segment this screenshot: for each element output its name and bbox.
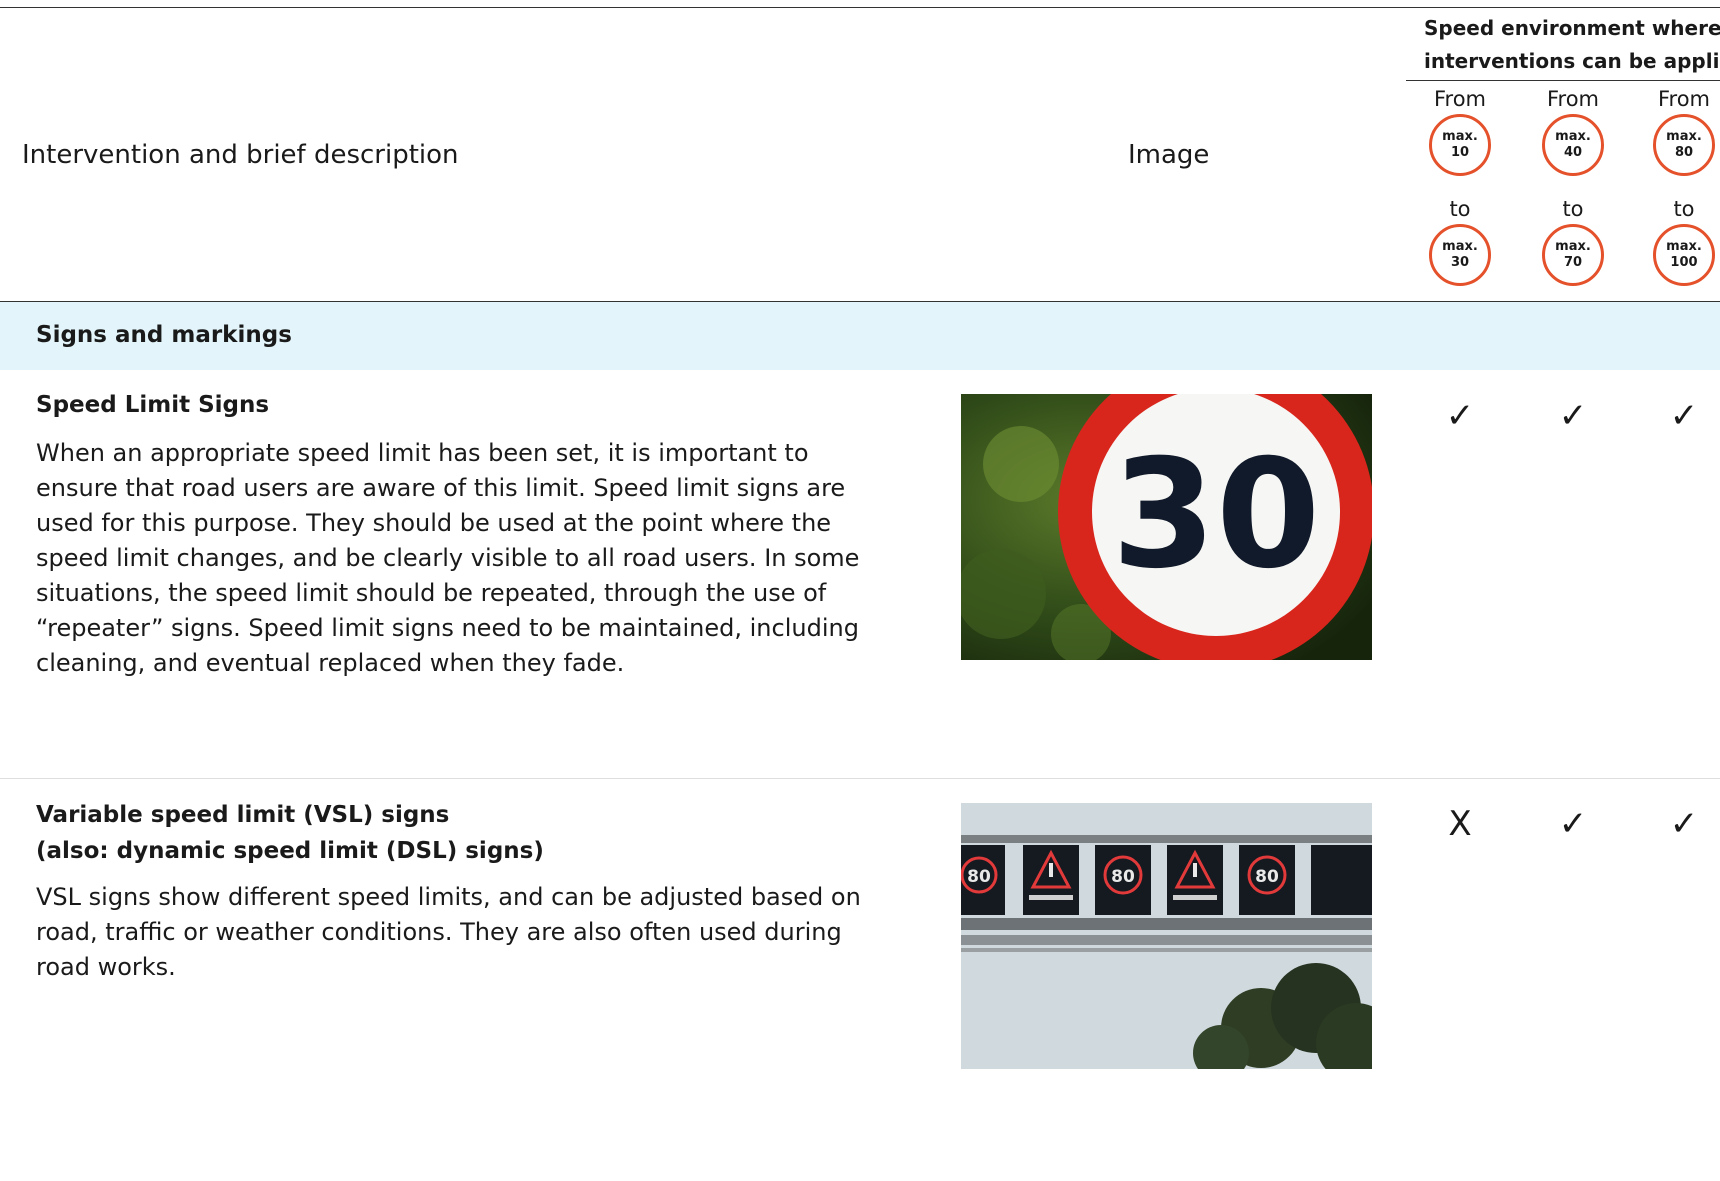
gantry-top-beam [961,835,1372,843]
vsl-gantry-illustration: 80 80 80 [961,803,1372,1069]
speed-group-line1: Speed environment where [1424,16,1720,40]
badge-value: 80 [1674,145,1694,160]
speed-badge-to: max. 100 [1653,224,1715,286]
speed-column-3: From max. 80 to max. 100 [1634,86,1720,286]
row-description: VSL signs show different speed limits, a… [36,883,861,981]
panel-caption-bar [1029,895,1073,900]
sign-number: 30 [1112,428,1321,602]
to-label: to [1562,197,1584,221]
speed-group-rule [1406,80,1720,81]
speed-badge-from: max. 80 [1653,114,1715,176]
table-top-rule [0,7,1720,8]
row-title: Speed Limit Signs [36,392,270,418]
section-title: Signs and markings [36,322,292,348]
badge-max: max. [1442,239,1478,254]
to-label: to [1673,197,1695,221]
to-label: to [1449,197,1471,221]
speed-badge-from: max. 10 [1429,114,1491,176]
row-separator [0,778,1720,779]
speed-limit-sign-illustration: 30 [961,394,1372,660]
row-description: When an appropriate speed limit has been… [36,439,860,677]
vsl-panel [1311,845,1372,915]
column-header-image: Image [1128,140,1210,170]
badge-max: max. [1442,129,1478,144]
speed-column-2: From max. 40 to max. 70 [1523,86,1623,286]
warning-mark [1049,863,1053,877]
vsl-speed-value: 80 [1255,867,1279,887]
badge-value: 40 [1563,145,1583,160]
speed-column-1: From max. 10 to max. 30 [1410,86,1510,286]
applicability-mark: X [1448,804,1472,844]
badge-value: 30 [1450,255,1470,270]
applicability-mark: ✓ [1669,804,1699,844]
panel-caption-bar [1173,895,1217,900]
column-header-intervention: Intervention and brief description [22,140,459,170]
warning-mark [1193,863,1197,877]
from-label: From [1433,87,1487,111]
badge-value: 100 [1670,255,1698,270]
badge-max: max. [1555,239,1591,254]
section-band: Signs and markings [0,302,1720,370]
vsl-speed-value: 80 [1111,867,1135,887]
gantry-walkway [961,935,1372,945]
from-label: From [1546,87,1600,111]
badge-value: 70 [1563,255,1583,270]
gantry-rail [961,948,1372,952]
badge-max: max. [1555,129,1591,144]
speed-badge-to: max. 70 [1542,224,1604,286]
vsl-speed-value: 80 [967,867,991,887]
speed-badge-to: max. 30 [1429,224,1491,286]
applicability-mark: ✓ [1558,804,1588,844]
badge-max: max. [1666,239,1702,254]
row-title: Variable speed limit (VSL) signs [36,802,450,828]
applicability-mark: ✓ [1445,396,1475,436]
speed-limit-sign-photo: 30 [961,394,1372,660]
foliage-blob [983,426,1059,502]
from-label: From [1657,87,1711,111]
badge-max: max. [1666,129,1702,144]
applicability-mark: ✓ [1669,396,1699,436]
row-subtitle: (also: dynamic speed limit (DSL) signs) [36,838,544,864]
vsl-gantry-photo: 80 80 80 [961,803,1372,1069]
speed-badge-from: max. 40 [1542,114,1604,176]
speed-group-line2: interventions can be applied [1424,49,1720,73]
applicability-mark: ✓ [1558,396,1588,436]
badge-value: 10 [1450,145,1470,160]
gantry-lower-beam [961,918,1372,930]
column-header-speed-environment: Speed environment where interventions ca… [1406,12,1720,78]
